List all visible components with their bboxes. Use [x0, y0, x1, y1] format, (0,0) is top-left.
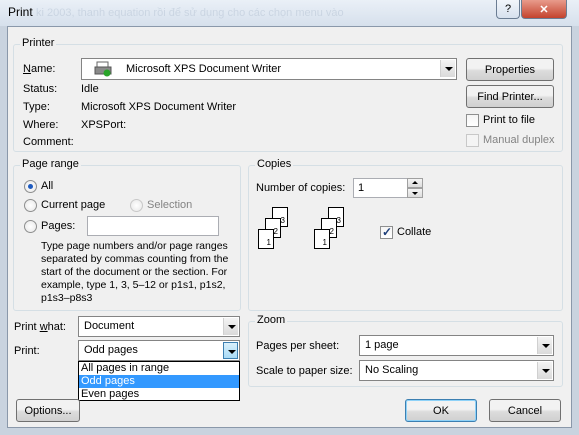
manual-duplex-label: Manual duplex [483, 134, 555, 146]
selection-label: Selection [147, 199, 193, 211]
where-value: XPSPort: [81, 119, 127, 131]
ok-label: OK [433, 404, 449, 417]
print-label: Print: [14, 345, 40, 357]
printer-icon [94, 61, 112, 77]
find-printer-button[interactable]: Find Printer... [466, 85, 554, 108]
copies-group-label: Copies [255, 158, 294, 170]
type-value: Microsoft XPS Document Writer [81, 101, 237, 113]
status-label: Status: [23, 83, 58, 95]
print-value: Odd pages [84, 344, 138, 356]
printer-group-label: Printer [20, 37, 57, 49]
type-label: Type: [23, 101, 50, 113]
status-value: Idle [81, 83, 99, 95]
copies-label: Number of copies: [256, 182, 346, 194]
help-button[interactable]: ? [496, 0, 520, 19]
collate-page-1a: 1 [258, 229, 274, 249]
zoom-group-label: Zoom [255, 314, 288, 326]
pages-per-sheet-value: 1 page [365, 339, 399, 351]
all-radio[interactable] [24, 180, 37, 193]
copies-spinner[interactable] [407, 178, 423, 198]
print-to-file-label[interactable]: Print to file [483, 114, 535, 126]
pages-input[interactable] [87, 216, 219, 236]
all-label[interactable]: All [41, 180, 53, 192]
print-what-select[interactable]: Document [78, 316, 240, 337]
chevron-down-icon[interactable] [440, 60, 455, 77]
page-range-group-label: Page range [20, 158, 81, 170]
where-label: Where: [23, 119, 59, 131]
collate-page-1b: 1 [314, 229, 330, 249]
print-what-label: Print what: [14, 321, 66, 333]
dialog-client: Printer Name: Microsoft XPS Document Wri… [7, 26, 572, 428]
pages-radio[interactable] [24, 220, 37, 233]
current-page-label[interactable]: Current page [41, 199, 105, 211]
printer-name-select[interactable]: Microsoft XPS Document Writer [81, 58, 457, 80]
close-button[interactable]: ✕ [521, 0, 567, 19]
pages-label[interactable]: Pages: [41, 220, 75, 232]
copies-value: 1 [358, 182, 365, 194]
current-page-radio[interactable] [24, 199, 37, 212]
background-text: ki 2003, thanh equation rồi để sử dụng c… [36, 7, 344, 19]
comment-label: Comment: [23, 136, 74, 148]
collate-checkbox[interactable] [380, 225, 393, 239]
spin-up-icon[interactable] [407, 178, 423, 188]
chevron-down-icon[interactable] [537, 362, 552, 379]
print-select[interactable]: Odd pages [78, 340, 240, 361]
printer-name-value: Microsoft XPS Document Writer [126, 63, 282, 75]
ok-button[interactable]: OK [405, 399, 477, 422]
cancel-label: Cancel [507, 404, 543, 417]
properties-label: Properties [484, 63, 536, 76]
scale-select[interactable]: No Scaling [359, 360, 554, 381]
title-bar: ki 2003, thanh equation rồi để sử dụng c… [0, 0, 579, 26]
properties-button[interactable]: Properties [466, 58, 554, 81]
print-to-file-checkbox[interactable] [466, 114, 479, 127]
pages-per-sheet-label: Pages per sheet: [256, 340, 340, 352]
window-title: Print [8, 5, 33, 19]
chevron-down-icon[interactable] [223, 318, 238, 335]
print-what-value: Document [84, 320, 135, 332]
chevron-down-icon[interactable] [537, 337, 552, 354]
name-label: Name: [23, 63, 56, 75]
copies-input[interactable]: 1 [353, 178, 408, 198]
chevron-down-icon[interactable] [223, 342, 238, 359]
cancel-button[interactable]: Cancel [489, 399, 561, 422]
print-option-even[interactable]: Even pages [79, 388, 239, 401]
pages-per-sheet-select[interactable]: 1 page [359, 335, 554, 356]
pages-hint: Type page numbers and/or page ranges sep… [41, 240, 229, 304]
print-option-all[interactable]: All pages in range [79, 362, 239, 375]
options-button[interactable]: Options... [16, 399, 80, 422]
print-dropdown-list: All pages in range Odd pages Even pages [78, 361, 240, 401]
collate-label[interactable]: Collate [397, 226, 431, 238]
manual-duplex-checkbox [466, 134, 479, 147]
selection-radio [130, 199, 143, 212]
find-printer-label: Find Printer... [477, 90, 543, 103]
print-option-odd[interactable]: Odd pages [79, 375, 239, 388]
spin-down-icon[interactable] [407, 188, 423, 198]
scale-label: Scale to paper size: [256, 365, 353, 377]
options-label: Options... [24, 404, 72, 417]
scale-value: No Scaling [365, 364, 419, 376]
